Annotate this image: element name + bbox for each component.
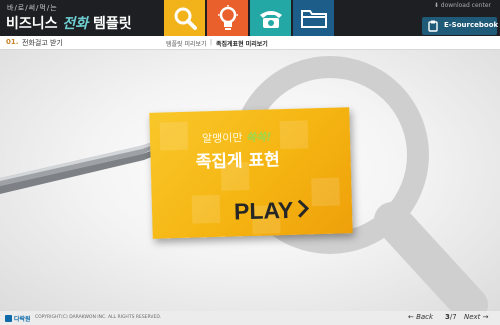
play-button[interactable]: PLAY [234,196,310,225]
content-stage: 알맹이만 쏙쏙! 족집게 표현 PLAY [0,50,500,311]
page-indicator: 3/7 [445,313,457,321]
breadcrumb-parent[interactable]: 템플릿 미리보기 [166,39,207,48]
next-label: Next [464,313,481,321]
total-pages: 7 [452,313,457,321]
app-title: 비즈니스 전화 템플릿 [6,13,132,33]
lesson-number: 01. [6,38,19,46]
publisher-logo-text: 다락원 [14,316,31,323]
play-label: PLAY [233,196,294,225]
app-title-part1: 비즈니스 [6,16,63,32]
card-tagline: 알맹이만 쏙쏙! [202,128,272,146]
top-header: 바/로/써/먹/는 비즈니스 전화 템플릿 ⬇ download center [0,0,500,36]
nav-folder-button[interactable] [293,0,334,36]
play-chevron-icon [297,199,310,218]
publisher-logo-icon [5,315,12,322]
play-card[interactable]: 알맹이만 쏙쏙! 족집게 표현 PLAY [149,107,353,239]
nav-search-button[interactable] [164,0,205,36]
footer-bar: 다락원 COPYRIGHT(C) DARAKWON INC. ALL RIGHT… [0,311,500,325]
breadcrumb-bar: 01. 전화걸고 받기 템플릿 미리보기 | 족집게표현 미리보기 [0,36,500,50]
magnifier-icon [174,7,197,30]
nav-phone-button[interactable] [250,0,291,36]
download-center-link[interactable]: ⬇ download center [434,2,491,9]
esourcebook-label: E-Sourcebook [444,21,499,29]
telephone-icon [259,11,282,28]
next-arrow-icon: → [480,313,489,321]
download-label: download center [440,2,491,9]
breadcrumb-separator: | [210,39,213,46]
back-button[interactable]: ← Back [408,313,433,321]
app-title-part2: 템플릿 [88,16,132,32]
folder-icon [300,10,327,28]
lesson-title: 전화걸고 받기 [22,39,63,47]
card-tag-highlight: 쏙쏙! [245,130,272,145]
app-title-highlight: 전화 [62,16,89,32]
document-icon [428,20,438,32]
download-icon: ⬇ [433,2,441,9]
card-tag-prefix: 알맹이만 [201,131,247,146]
lightbulb-icon [217,5,238,30]
next-button[interactable]: Next → [464,313,489,321]
back-label: Back [416,313,434,321]
card-title: 족집게 표현 [195,150,281,173]
breadcrumb-current: 족집게표현 미리보기 [216,41,268,48]
copyright-text: COPYRIGHT(C) DARAKWON INC. ALL RIGHTS RE… [35,315,162,320]
back-arrow-icon: ← [408,313,417,321]
esourcebook-button[interactable]: E-Sourcebook [422,17,499,35]
app-subtitle: 바/로/써/먹/는 [7,4,58,12]
nav-tips-button[interactable] [207,0,248,36]
